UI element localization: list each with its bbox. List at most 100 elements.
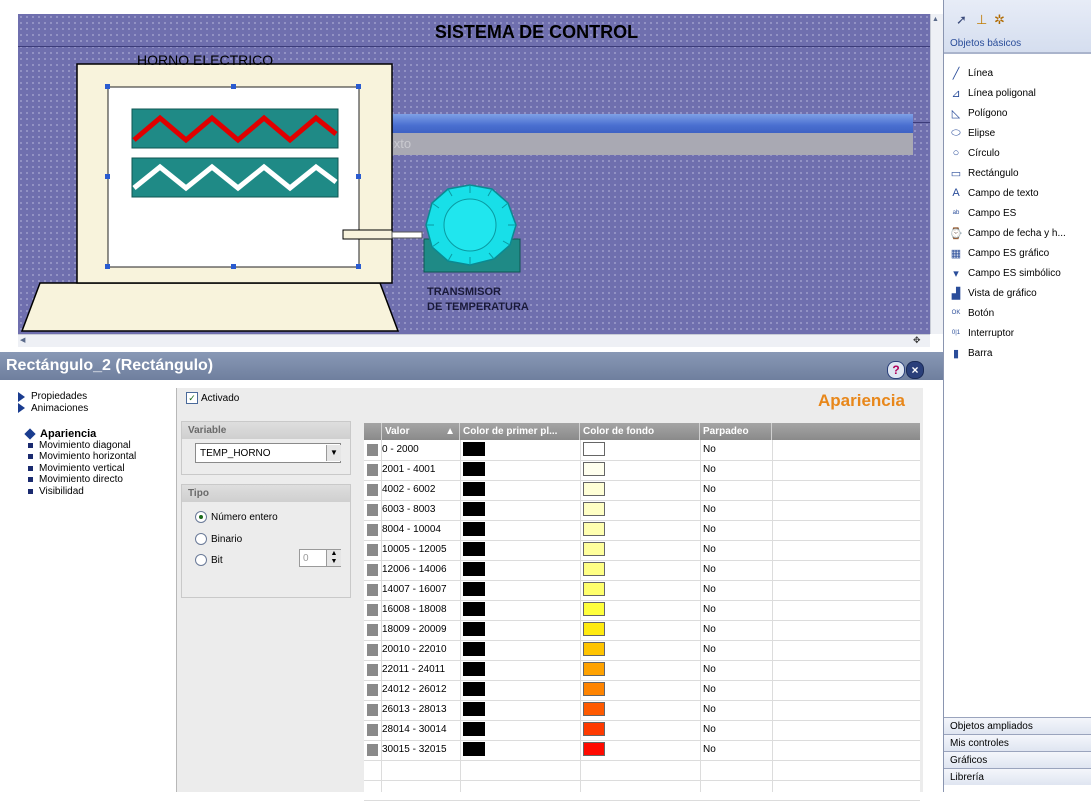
table-row[interactable]: 20010 - 22010 No (364, 640, 920, 661)
background-swatch[interactable] (583, 622, 605, 636)
cell-valor[interactable]: 0 - 2000 (382, 444, 419, 455)
cell-parpadeo[interactable]: No (703, 704, 716, 715)
row-header[interactable] (367, 584, 378, 596)
radio-icon[interactable] (195, 533, 207, 545)
tool-item-graphic-view[interactable]: ▟ Vista de gráfico (950, 284, 1090, 302)
table-row[interactable]: 16008 - 18008 No (364, 600, 920, 621)
cell-parpadeo[interactable]: No (703, 584, 716, 595)
tool-item-button[interactable]: OK Botón (950, 304, 1090, 322)
toolbox-section-title[interactable]: Objetos básicos (950, 38, 1021, 49)
cell-parpadeo[interactable]: No (703, 604, 716, 615)
foreground-swatch[interactable] (463, 462, 485, 476)
hmi-gray-band[interactable] (375, 133, 913, 155)
background-swatch[interactable] (583, 462, 605, 476)
cell-valor[interactable]: 16008 - 18008 (382, 604, 447, 615)
row-header[interactable] (367, 624, 378, 636)
tool-item-bar[interactable]: ▮ Barra (950, 344, 1090, 362)
row-header[interactable] (367, 504, 378, 516)
tool-item-text-field[interactable]: A Campo de texto (950, 184, 1090, 202)
table-row[interactable]: 24012 - 26012 No (364, 680, 920, 701)
align-icon[interactable]: ⊥ (976, 12, 987, 28)
column-header-parpadeo[interactable]: Parpadeo (700, 423, 772, 440)
foreground-swatch[interactable] (463, 662, 485, 676)
close-button[interactable]: × (906, 361, 924, 379)
table-row[interactable]: 14007 - 16007 No (364, 580, 920, 601)
cell-valor[interactable]: 28014 - 30014 (382, 724, 447, 735)
tool-item-date-time-field[interactable]: ⌚ Campo de fecha y h... (949, 224, 1090, 242)
tool-item-ellipse[interactable]: ⬭ Elipse (950, 124, 1090, 142)
oven-drawing[interactable] (0, 60, 430, 335)
nav-item-visibilidad[interactable]: Visibilidad (18, 486, 84, 497)
nav-item-movimiento-vertical[interactable]: Movimiento vertical (18, 463, 125, 474)
row-header[interactable] (367, 544, 378, 556)
scroll-up-icon[interactable]: ▲ (932, 16, 939, 23)
row-header[interactable] (367, 684, 378, 696)
cell-parpadeo[interactable]: No (703, 744, 716, 755)
tool-item-io-field[interactable]: ab Campo ES (950, 204, 1090, 222)
hmi-blue-bar[interactable] (375, 114, 913, 133)
background-swatch[interactable] (583, 642, 605, 656)
foreground-swatch[interactable] (463, 482, 485, 496)
table-row[interactable]: 6003 - 8003 No (364, 500, 920, 521)
table-row[interactable]: 4002 - 6002 No (364, 480, 920, 501)
cell-parpadeo[interactable]: No (703, 644, 716, 655)
cell-valor[interactable]: 2001 - 4001 (382, 464, 435, 475)
table-row[interactable]: 0 - 2000 No (364, 440, 920, 461)
cell-parpadeo[interactable]: No (703, 724, 716, 735)
cell-parpadeo[interactable]: No (703, 464, 716, 475)
row-header[interactable] (367, 464, 378, 476)
chevron-down-icon[interactable]: ▼ (326, 445, 341, 461)
background-swatch[interactable] (583, 542, 605, 556)
table-row-empty[interactable] (364, 780, 920, 801)
spinner-arrows-icon[interactable]: ▲ ▼ (326, 550, 341, 566)
background-swatch[interactable] (583, 522, 605, 536)
cell-parpadeo[interactable]: No (703, 524, 716, 535)
cell-valor[interactable]: 30015 - 32015 (382, 744, 447, 755)
scroll-left-icon[interactable]: ◀ (20, 336, 25, 344)
foreground-swatch[interactable] (463, 742, 485, 756)
foreground-swatch[interactable] (463, 542, 485, 556)
cell-parpadeo[interactable]: No (703, 624, 716, 635)
transmitter-drawing[interactable] (418, 183, 528, 275)
background-swatch[interactable] (583, 662, 605, 676)
background-swatch[interactable] (583, 702, 605, 716)
cell-valor[interactable]: 22011 - 24011 (382, 664, 445, 675)
cell-parpadeo[interactable]: No (703, 664, 716, 675)
canvas-vertical-scrollbar[interactable]: ▲ (930, 14, 943, 334)
foreground-swatch[interactable] (463, 522, 485, 536)
help-button[interactable]: ? (887, 361, 905, 379)
row-header[interactable] (367, 744, 378, 756)
foreground-swatch[interactable] (463, 562, 485, 576)
variable-select[interactable]: TEMP_HORNO (195, 443, 341, 463)
cell-parpadeo[interactable]: No (703, 444, 716, 455)
background-swatch[interactable] (583, 502, 605, 516)
tool-item-graphic-io-field[interactable]: ▦ Campo ES gráfico (950, 244, 1090, 262)
radio-binario[interactable]: Binario (195, 533, 242, 545)
column-header-background[interactable]: Color de fondo (580, 423, 700, 440)
nav-item-propiedades[interactable]: Propiedades (18, 391, 87, 402)
checkbox-checked-icon[interactable]: ✓ (186, 392, 198, 404)
foreground-swatch[interactable] (463, 642, 485, 656)
section-libreria[interactable]: Librería (944, 768, 1091, 785)
nav-item-movimiento-diagonal[interactable]: Movimiento diagonal (18, 440, 131, 451)
foreground-swatch[interactable] (463, 582, 485, 596)
section-mis-controles[interactable]: Mis controles (944, 734, 1091, 751)
table-row[interactable]: 2001 - 4001 No (364, 460, 920, 481)
canvas-horizontal-scrollbar[interactable]: ◀ ✥ (18, 334, 930, 347)
tool-item-polygon[interactable]: ◺ Polígono (950, 104, 1090, 122)
foreground-swatch[interactable] (463, 682, 485, 696)
cell-valor[interactable]: 8004 - 10004 (382, 524, 441, 535)
background-swatch[interactable] (583, 562, 605, 576)
radio-bit[interactable]: Bit (195, 554, 223, 566)
cell-parpadeo[interactable]: No (703, 544, 716, 555)
foreground-swatch[interactable] (463, 602, 485, 616)
radio-icon[interactable] (195, 554, 207, 566)
table-row[interactable]: 28014 - 30014 No (364, 720, 920, 741)
table-row[interactable]: 26013 - 28013 No (364, 700, 920, 721)
move-handle-icon[interactable]: ✥ (913, 335, 921, 346)
nav-item-animaciones[interactable]: Animaciones (18, 403, 88, 414)
table-row-empty[interactable] (364, 760, 920, 781)
cell-valor[interactable]: 10005 - 12005 (382, 544, 447, 555)
tool-item-circle[interactable]: ○ Círculo (950, 144, 1090, 162)
row-header[interactable] (367, 604, 378, 616)
